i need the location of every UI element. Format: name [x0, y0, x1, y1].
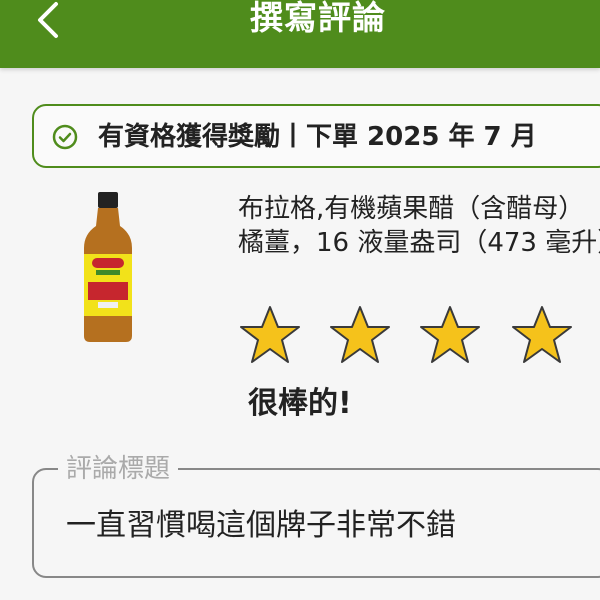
check-circle-icon — [52, 124, 78, 150]
product-name-line-1: 布拉格,有機蘋果醋（含醋母） — [238, 194, 585, 224]
star-icon[interactable] — [418, 304, 482, 366]
product-image — [84, 192, 132, 342]
star-icon[interactable] — [328, 304, 392, 366]
rating-label: 很棒的! — [248, 386, 352, 421]
star-icon[interactable] — [510, 304, 574, 366]
back-chevron-icon[interactable] — [30, 0, 70, 40]
app-header: 撰寫評論 — [0, 0, 600, 68]
product-name: 布拉格,有機蘋果醋（含醋母） 橘薑，16 液量盎司（473 毫升） — [238, 192, 600, 260]
review-title-input[interactable]: 一直習慣喝這個牌子非常不錯 — [66, 506, 456, 546]
review-title-label: 評論標題 — [58, 452, 179, 486]
page-title: 撰寫評論 — [250, 0, 386, 37]
eligibility-text: 有資格獲得獎勵丨下單 2025 年 7 月 — [98, 122, 537, 152]
review-title-field[interactable]: 評論標題 一直習慣喝這個牌子非常不錯 — [32, 452, 600, 578]
star-rating — [238, 304, 600, 368]
star-icon[interactable] — [238, 304, 302, 366]
product-name-line-2: 橘薑，16 液量盎司（473 毫升） — [238, 228, 600, 258]
reward-eligibility-banner: 有資格獲得獎勵丨下單 2025 年 7 月 — [32, 104, 600, 168]
